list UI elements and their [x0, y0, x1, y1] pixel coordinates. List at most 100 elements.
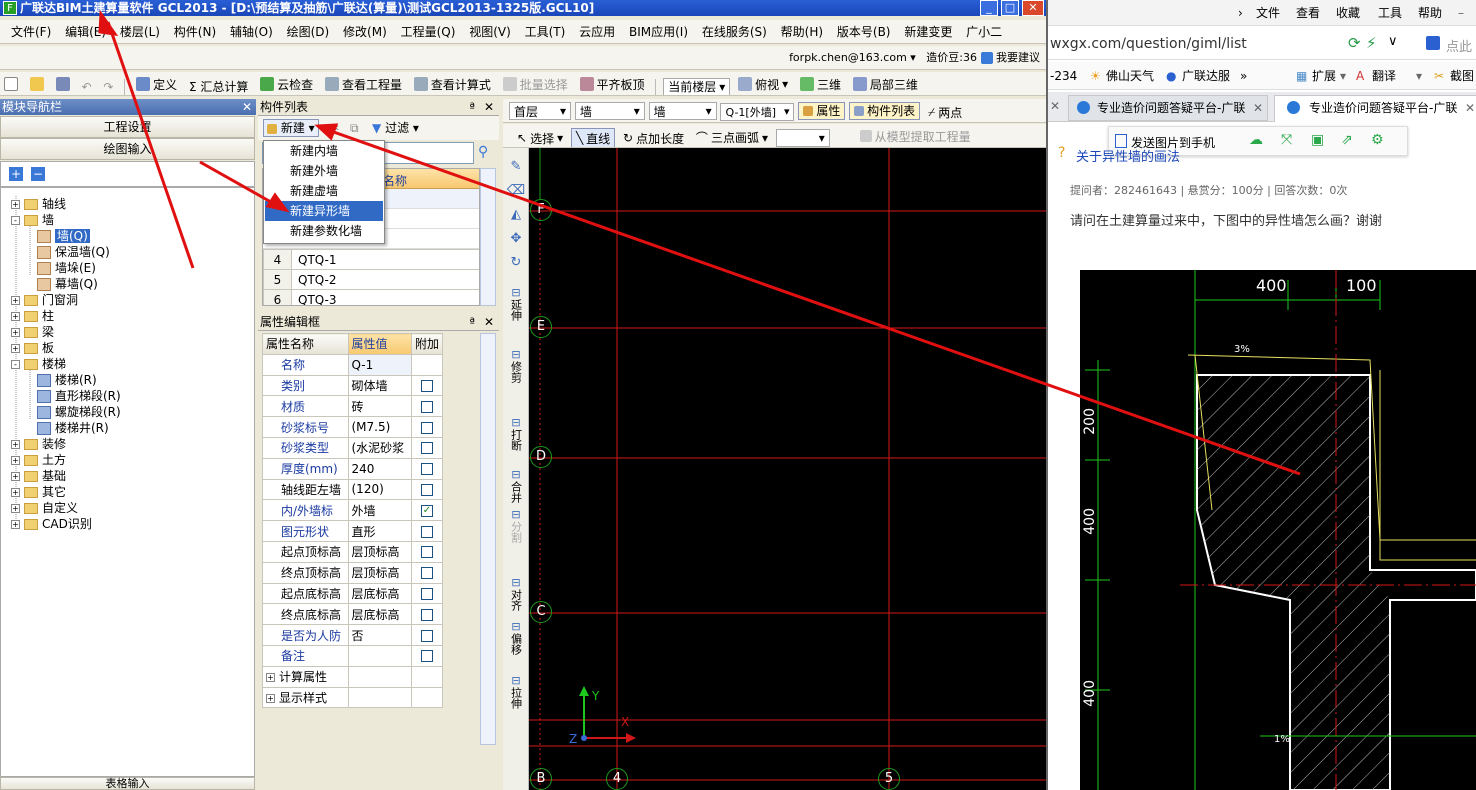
- mirror-icon[interactable]: ◭: [505, 208, 527, 221]
- vtool-extend[interactable]: ⊟ 延伸: [505, 286, 527, 321]
- property-row[interactable]: 起点顶标高 层顶标高: [262, 540, 444, 563]
- line-tool-button[interactable]: ╲ 直线: [570, 128, 616, 147]
- filter-button[interactable]: ▼ 过滤 ▾: [372, 119, 419, 137]
- tree-node[interactable]: + 自定义: [11, 500, 78, 516]
- tree-node[interactable]: 直形梯段(R): [37, 388, 121, 404]
- menu-edit[interactable]: 编辑(E): [60, 22, 111, 42]
- property-value[interactable]: [347, 665, 412, 688]
- vtool-stretch[interactable]: ⊟ 拉伸: [505, 674, 527, 709]
- pin-icon[interactable]: ª: [469, 99, 475, 115]
- checkbox[interactable]: [420, 629, 433, 642]
- menu-draw[interactable]: 绘图(D): [282, 22, 335, 42]
- property-value[interactable]: 外墙: [347, 499, 412, 522]
- translate-button[interactable]: 翻译: [1372, 62, 1396, 90]
- tree-node[interactable]: + 土方: [11, 452, 66, 468]
- expand-icon[interactable]: +: [266, 693, 275, 703]
- chevron-down-icon[interactable]: ▾: [1340, 62, 1346, 90]
- summary-calc-button[interactable]: Σ 汇总计算: [185, 75, 252, 96]
- tree-node[interactable]: - 楼梯: [11, 356, 66, 372]
- property-value[interactable]: 否: [347, 624, 412, 646]
- property-value[interactable]: 层顶标高: [347, 540, 412, 563]
- save-icon[interactable]: ▣: [1311, 132, 1324, 148]
- checkbox[interactable]: [420, 400, 433, 413]
- property-value[interactable]: 直形: [347, 520, 412, 542]
- user-email[interactable]: forpk.chen@163.com: [789, 51, 907, 64]
- maximize-button[interactable]: □: [1001, 0, 1019, 16]
- component-list-toggle-button[interactable]: 构件列表: [849, 101, 921, 120]
- delete-icon[interactable]: ✂: [329, 121, 339, 135]
- pencil-icon[interactable]: ✎: [505, 160, 527, 173]
- drawing-input-button[interactable]: 绘图输入: [0, 138, 255, 160]
- expand-icon[interactable]: +: [11, 328, 20, 337]
- view-formula-button[interactable]: 查看计算式: [410, 72, 495, 95]
- properties-scrollbar[interactable]: [480, 333, 496, 745]
- tree-node[interactable]: 保温墙(Q): [37, 244, 110, 260]
- tree-node[interactable]: + 基础: [11, 468, 66, 484]
- browser-menu-view[interactable]: 查看: [1296, 0, 1320, 26]
- property-value[interactable]: [347, 686, 412, 709]
- browser-menu-file[interactable]: 文件: [1256, 0, 1280, 26]
- property-value[interactable]: 层底标高: [347, 582, 412, 605]
- menu-bim[interactable]: BIM应用(I): [624, 22, 693, 42]
- expand-all-icon[interactable]: +: [9, 167, 23, 181]
- property-value[interactable]: 层顶标高: [347, 561, 412, 584]
- tree-node[interactable]: + 门窗洞: [11, 292, 78, 308]
- search-icon[interactable]: ⚲: [478, 144, 488, 160]
- expand-icon[interactable]: +: [11, 200, 20, 209]
- table-row[interactable]: 5 QTQ-2: [263, 269, 479, 290]
- project-settings-button[interactable]: 工程设置: [0, 116, 255, 138]
- collapse-all-icon[interactable]: −: [31, 167, 45, 181]
- property-value[interactable]: 砖: [347, 395, 412, 418]
- browser-menu-favorites[interactable]: 收藏: [1336, 0, 1360, 26]
- menu-help[interactable]: 帮助(H): [776, 22, 828, 42]
- property-row[interactable]: 砂浆标号 (M7.5): [262, 416, 444, 438]
- property-row[interactable]: 厚度(mm) 240: [262, 457, 444, 480]
- checkbox[interactable]: [420, 421, 433, 434]
- property-row[interactable]: 备注: [262, 644, 444, 667]
- property-value[interactable]: Q-1: [347, 353, 412, 376]
- menu-assistant[interactable]: 广小二: [961, 22, 1007, 42]
- new-file-button[interactable]: [0, 72, 22, 95]
- expand-icon[interactable]: +: [11, 344, 20, 353]
- menu-modify[interactable]: 修改(M): [338, 22, 392, 42]
- arc-option-select[interactable]: ▾: [775, 129, 830, 147]
- extract-quantity-button[interactable]: 从模型提取工程量: [856, 124, 975, 147]
- save-button[interactable]: [52, 72, 74, 95]
- view-quantity-button[interactable]: 查看工程量: [321, 72, 406, 95]
- three-point-arc-button[interactable]: ⌒ 三点画弧 ▾: [692, 126, 772, 148]
- cloud-check-button[interactable]: 云检查: [256, 72, 317, 95]
- vtool-align[interactable]: ⊟ 对齐: [505, 576, 527, 611]
- close-icon[interactable]: ✕: [1465, 96, 1475, 120]
- chevron-down-icon[interactable]: ∨: [1388, 34, 1398, 49]
- partial-3d-button[interactable]: 局部三维: [849, 72, 922, 95]
- screenshot-button[interactable]: 截图: [1450, 62, 1474, 90]
- property-value[interactable]: [347, 644, 412, 667]
- menu-new-change[interactable]: 新建变更: [899, 22, 957, 42]
- tree-node[interactable]: + 梁: [11, 324, 54, 340]
- copy-icon[interactable]: ⧉: [350, 121, 359, 136]
- menu-view[interactable]: 视图(V): [464, 22, 516, 42]
- align-slab-top-button[interactable]: 平齐板顶: [576, 72, 649, 95]
- expand-icon[interactable]: +: [266, 673, 275, 683]
- category-select[interactable]: 墙 ▾: [574, 102, 645, 120]
- checkbox[interactable]: [420, 442, 433, 455]
- minimize-icon[interactable]: –: [1458, 0, 1464, 26]
- browser-tab[interactable]: 专业造价问题答疑平台-广联 ✕: [1068, 95, 1268, 121]
- tree-node[interactable]: + 轴线: [11, 196, 66, 212]
- menu-floor[interactable]: 楼层(L): [115, 22, 165, 42]
- chevron-down-icon[interactable]: ▾: [1416, 62, 1422, 90]
- collapse-icon[interactable]: -: [11, 216, 20, 225]
- tree-node[interactable]: + 装修: [11, 436, 66, 452]
- point-length-button[interactable]: ↻ 点加长度: [619, 126, 688, 147]
- checkbox[interactable]: [420, 379, 433, 392]
- bookmark-item[interactable]: 广联达服: [1182, 62, 1230, 90]
- bookmark-item[interactable]: -234: [1050, 62, 1077, 90]
- gear-icon[interactable]: ⚙: [1371, 132, 1384, 148]
- tree-node[interactable]: 幕墙(Q): [37, 276, 98, 292]
- cloud-icon[interactable]: ☁: [1249, 132, 1263, 148]
- pin-icon[interactable]: ª: [469, 314, 475, 330]
- undo-button[interactable]: ↶: [77, 75, 95, 95]
- property-row[interactable]: 终点顶标高 层顶标高: [262, 561, 444, 584]
- menu-version[interactable]: 版本号(B): [832, 22, 896, 42]
- expand-icon[interactable]: +: [11, 456, 20, 465]
